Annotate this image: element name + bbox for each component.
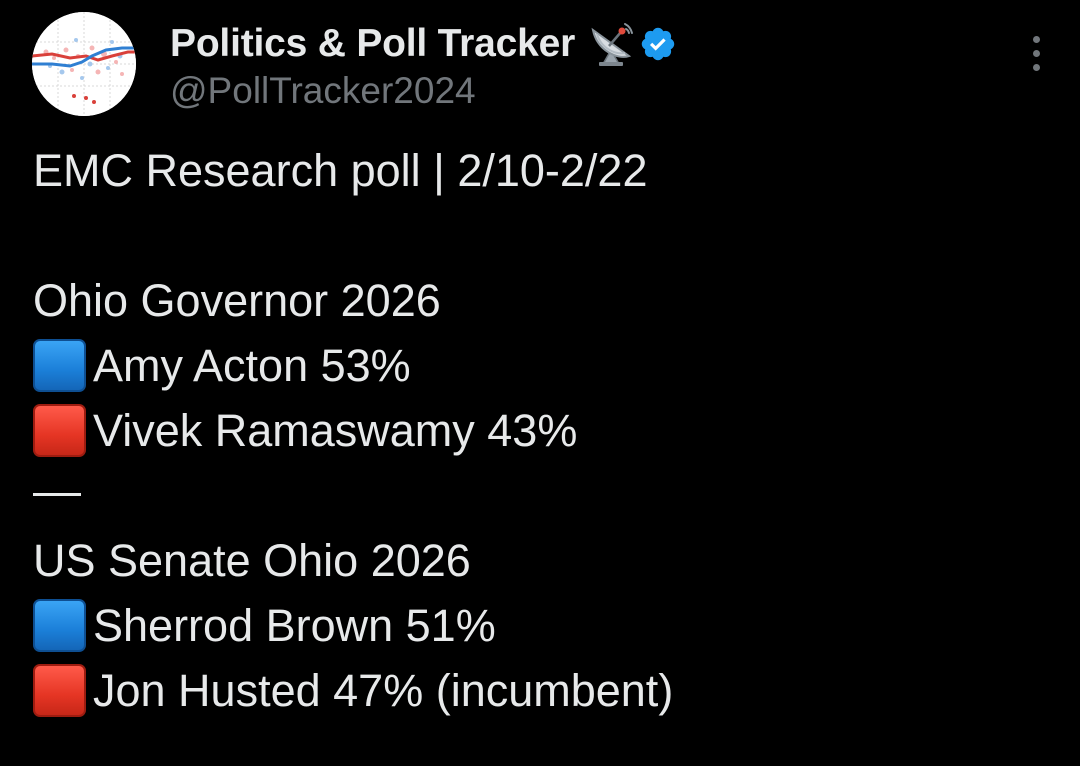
satellite-antenna-icon	[587, 20, 635, 68]
candidate-result: Jon Husted 47% (incumbent)	[93, 665, 674, 716]
candidate-result: Vivek Ramaswamy 43%	[93, 405, 578, 456]
verified-badge-icon[interactable]	[639, 25, 677, 63]
author-display-name[interactable]: Politics & Poll Tracker	[170, 22, 575, 66]
candidate-line: Vivek Ramaswamy 43%	[33, 398, 1043, 463]
candidate-line: Sherrod Brown 51%	[33, 593, 1043, 658]
blue-square-icon	[33, 599, 86, 652]
separator	[33, 463, 1043, 528]
tweet-header: Politics & Poll Tracker @PollTracker2024	[32, 12, 1048, 118]
candidate-line: Amy Acton 53%	[33, 333, 1043, 398]
avatar[interactable]	[32, 12, 136, 116]
more-dot-icon	[1033, 36, 1040, 43]
race-title: US Senate Ohio 2026	[33, 535, 471, 586]
race-title: Ohio Governor 2026	[33, 275, 441, 326]
candidate-result: Amy Acton 53%	[93, 340, 411, 391]
more-dot-icon	[1033, 64, 1040, 71]
candidate-result: Sherrod Brown 51%	[93, 600, 496, 651]
candidate-line: Jon Husted 47% (incumbent)	[33, 658, 1043, 723]
em-dash-divider	[33, 493, 81, 496]
more-dot-icon	[1033, 50, 1040, 57]
tweet-text: EMC Research poll | 2/10-2/22 Ohio Gover…	[33, 138, 1043, 723]
red-square-icon	[33, 664, 86, 717]
tweet-headline: EMC Research poll | 2/10-2/22	[33, 145, 648, 196]
more-options-button[interactable]	[1024, 34, 1048, 74]
blue-square-icon	[33, 339, 86, 392]
author-handle[interactable]: @PollTracker2024	[170, 70, 476, 112]
avatar-chart-icon	[32, 12, 136, 116]
author-name-row: Politics & Poll Tracker	[170, 20, 677, 68]
red-square-icon	[33, 404, 86, 457]
